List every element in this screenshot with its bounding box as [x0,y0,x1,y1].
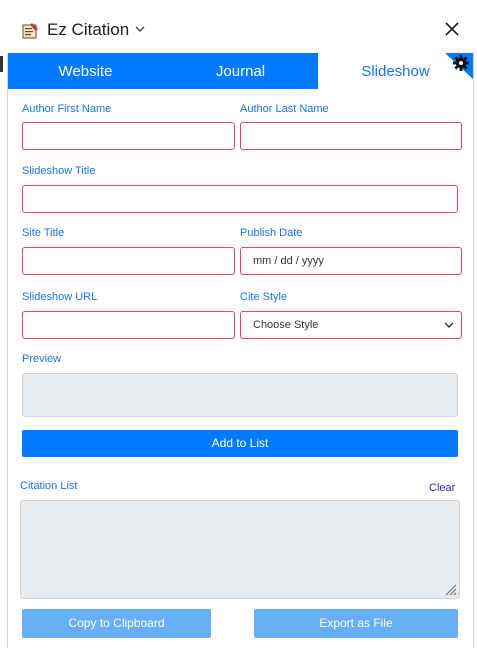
author-last-input[interactable] [240,122,462,150]
chevron-down-icon [444,322,454,328]
tab-bar: Website Journal Slideshow [8,53,473,89]
gear-icon[interactable] [445,53,473,79]
site-title-label: Site Title [22,227,65,239]
close-icon[interactable] [443,20,461,38]
citation-list-label: Citation List [20,480,78,492]
cite-style-label: Cite Style [240,291,288,303]
clear-link[interactable]: Clear [429,481,455,495]
author-last-label: Author Last Name [240,103,329,115]
cite-style-value: Choose Style [253,319,319,331]
copy-to-clipboard-button[interactable]: Copy to Clipboard [22,609,211,638]
export-as-file-button[interactable]: Export as File [254,609,458,638]
slideshow-title-label: Slideshow Title [22,165,96,177]
window-edge-mark [0,56,3,72]
tab-journal[interactable]: Journal [163,53,318,89]
chevron-down-icon[interactable] [134,24,146,34]
site-title-input[interactable] [22,247,235,275]
app-title: Ez Citation [47,20,130,39]
cite-style-select[interactable]: Choose Style [240,311,462,339]
resize-grip-icon[interactable] [443,582,457,596]
author-first-input[interactable] [22,122,235,150]
slideshow-url-input[interactable] [22,311,235,339]
tab-website[interactable]: Website [8,53,163,89]
publish-date-input[interactable]: mm / dd / yyyy [240,247,462,275]
publish-date-label: Publish Date [240,227,303,239]
slideshow-title-input[interactable] [22,185,458,213]
add-to-list-button[interactable]: Add to List [22,430,458,457]
citation-list-textarea[interactable] [20,500,460,599]
preview-box [22,373,458,417]
preview-label: Preview [22,353,62,365]
author-first-label: Author First Name [22,103,112,115]
slideshow-url-label: Slideshow URL [22,291,98,303]
ez-citation-logo-icon [22,23,38,39]
